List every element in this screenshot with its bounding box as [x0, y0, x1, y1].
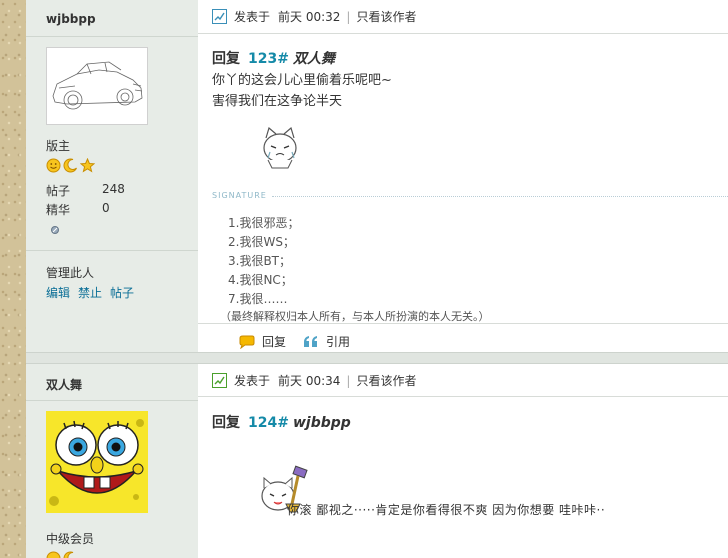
- page-border-texture: [0, 0, 26, 558]
- divider: [26, 250, 198, 251]
- ban-user-link[interactable]: 禁止: [78, 284, 102, 301]
- divider: [26, 36, 198, 37]
- signature-line: 7.我很……: [228, 292, 288, 306]
- author-username[interactable]: 双人舞: [46, 376, 82, 393]
- message-line: 你滚 鄙视之·····肯定是你看得很不爽 因为你想要 哇咔咔··: [287, 503, 606, 517]
- user-posts-link[interactable]: 帖子: [110, 284, 134, 301]
- author-only-link[interactable]: 只看该作者: [356, 8, 416, 25]
- divider: [198, 396, 728, 397]
- post-124: 双人舞 中级会员 发表于 前天 00:34 | 只看该作者 回复 124# wj…: [26, 364, 728, 558]
- spongebob-avatar-image: [46, 411, 148, 513]
- post-header: 发表于 前天 00:32 | 只看该作者: [212, 8, 416, 25]
- reply-to-user: wjbbpp: [292, 415, 351, 431]
- stat-posts: 帖子 248: [46, 182, 125, 198]
- separator: |: [346, 9, 351, 24]
- post-content: 发表于 前天 00:34 | 只看该作者 回复 124# wjbbpp 你滚 鄙视之…: [198, 364, 728, 558]
- author-only-link[interactable]: 只看该作者: [356, 372, 416, 389]
- reply-button[interactable]: 回复: [238, 333, 286, 350]
- car-avatar-image: [52, 61, 143, 110]
- admin-links: 编辑 禁止 帖子: [46, 284, 134, 301]
- post-icon: [212, 9, 227, 24]
- post-content: 发表于 前天 00:32 | 只看该作者 回复 123# 双人舞 你丫的这会儿心里偷…: [198, 0, 728, 352]
- quote-icon: [304, 335, 317, 347]
- avatar[interactable]: [46, 47, 148, 125]
- star-icon: [80, 158, 95, 173]
- reply-to-user: 双人舞: [292, 51, 335, 67]
- signature-label: SIGNATURE: [212, 191, 267, 200]
- reply-bubble-icon: [239, 335, 255, 349]
- reply-heading: 回复 123# 双人舞: [212, 51, 335, 67]
- signature-line: 3.我很BT；: [228, 254, 292, 268]
- separator: |: [346, 373, 351, 388]
- divider: [198, 323, 728, 324]
- author-rank: 中级会员: [46, 532, 95, 546]
- quote-button[interactable]: 引用: [302, 333, 350, 350]
- smiley-icon: [46, 551, 61, 558]
- author-sidebar: wjbbpp 版主 帖子 248 精华 0 管理此人 编辑 禁止 帖子: [26, 0, 198, 352]
- post-icon: [212, 373, 227, 388]
- reply-heading: 回复 124# wjbbpp: [212, 415, 351, 431]
- author-username[interactable]: wjbbpp: [46, 12, 96, 26]
- message-line: 害得我们在这争论半天: [212, 94, 343, 109]
- moon-icon: [63, 551, 74, 558]
- moon-icon: [63, 158, 77, 173]
- signature-divider: [272, 196, 728, 197]
- author-rank: 版主: [46, 139, 71, 153]
- post-123: wjbbpp 版主 帖子 248 精华 0 管理此人 编辑 禁止 帖子 发表于 …: [26, 0, 728, 352]
- post-separator: [26, 352, 728, 364]
- divider: [26, 400, 198, 401]
- signature-line: 2.我很WS；: [228, 235, 295, 249]
- edit-user-link[interactable]: 编辑: [46, 284, 70, 301]
- signature-line: （最终解释权归本人所有，与本人所扮演的本人无关。）: [220, 310, 490, 323]
- rank-stars: [46, 158, 95, 173]
- rank-stars: [46, 551, 78, 558]
- floor-link[interactable]: 123#: [248, 51, 289, 67]
- post-time: 前天 00:32: [278, 10, 341, 24]
- divider: [198, 33, 728, 34]
- cat-emoticon-image: [263, 126, 297, 169]
- floor-link[interactable]: 124#: [248, 415, 289, 431]
- online-status-icon: [51, 226, 59, 234]
- stat-digest: 精华 0: [46, 201, 110, 217]
- avatar[interactable]: [46, 411, 148, 513]
- post-header: 发表于 前天 00:34 | 只看该作者: [212, 372, 416, 389]
- posted-label: 发表于: [234, 374, 271, 388]
- signature-line: 1.我很邪恶；: [228, 216, 300, 230]
- posted-label: 发表于: [234, 10, 271, 24]
- smiley-icon: [46, 158, 61, 173]
- admin-title: 管理此人: [46, 266, 95, 280]
- message-line: 你丫的这会儿心里偷着乐呢吧~: [212, 73, 392, 88]
- author-sidebar: 双人舞 中级会员: [26, 364, 198, 558]
- signature-line: 4.我很NC；: [228, 273, 293, 287]
- post-time: 前天 00:34: [278, 374, 341, 388]
